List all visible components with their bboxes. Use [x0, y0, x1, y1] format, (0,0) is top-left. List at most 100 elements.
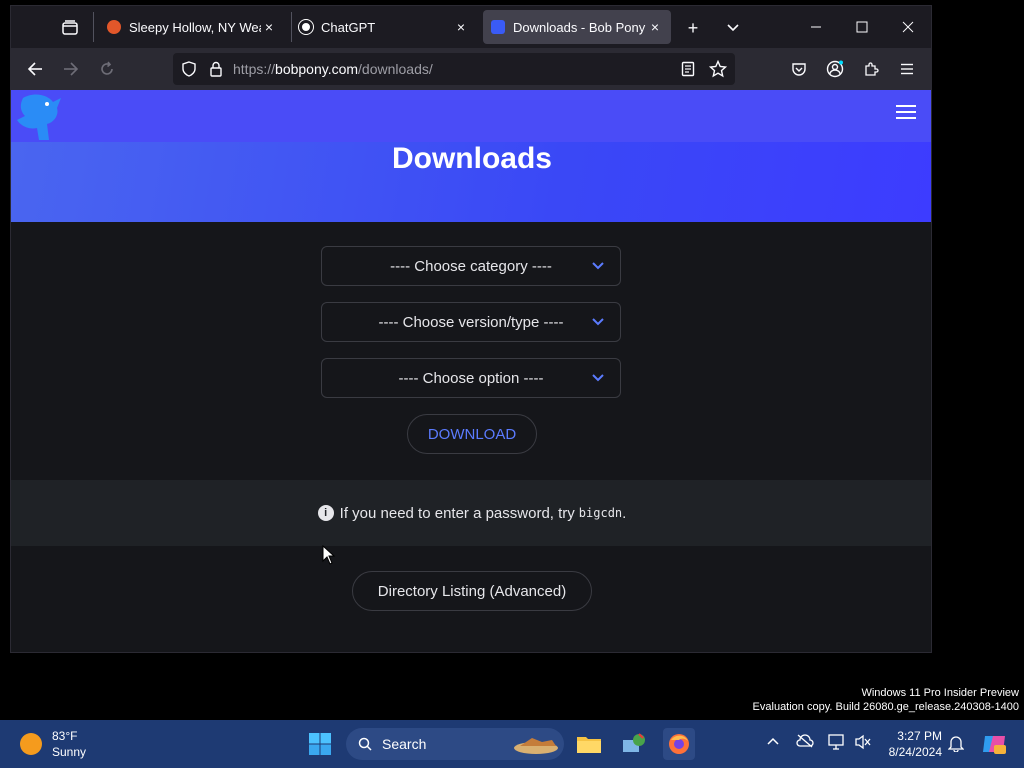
search-label: Search: [382, 736, 427, 752]
firefox-view-icon: [62, 20, 78, 35]
version-type-select-value: ---- Choose version/type ----: [378, 313, 564, 331]
pocket-icon: [792, 63, 806, 76]
url-path: /downloads/: [358, 61, 433, 77]
site-navbar: [11, 90, 931, 142]
pocket-button[interactable]: [785, 55, 813, 83]
tab-weather[interactable]: Sleepy Hollow, NY Weath ×: [99, 10, 285, 44]
chatgpt-favicon-icon: [298, 19, 314, 35]
reload-button[interactable]: [93, 55, 121, 83]
list-all-tabs-button[interactable]: [719, 15, 747, 41]
close-tab-icon[interactable]: ×: [453, 19, 469, 35]
url-text[interactable]: https://bobpony.com/downloads/: [233, 61, 433, 77]
extensions-button[interactable]: [857, 55, 885, 83]
search-icon: [358, 737, 372, 751]
notice-text: If you need to enter a password, try: [339, 504, 575, 522]
start-button[interactable]: [306, 730, 334, 758]
category-select[interactable]: ---- Choose category ----: [321, 246, 621, 286]
weather-favicon-icon: [107, 20, 121, 34]
back-button[interactable]: [21, 55, 49, 83]
sunny-weather-icon: [20, 733, 42, 755]
minimize-button[interactable]: [793, 6, 839, 48]
maximize-icon: [856, 21, 868, 33]
tab-title: Downloads - Bob Pony: [513, 19, 646, 35]
chevron-down-icon: [592, 318, 604, 326]
tab-downloads-active[interactable]: Downloads - Bob Pony ×: [483, 10, 671, 44]
app-menu-button[interactable]: [893, 55, 921, 83]
option-select-value: ---- Choose option ----: [398, 369, 544, 387]
account-button[interactable]: [821, 55, 849, 83]
new-tab-button[interactable]: +: [679, 15, 707, 41]
tab-separator: [93, 12, 94, 42]
directory-listing-button[interactable]: Directory Listing (Advanced): [352, 571, 592, 611]
firefox-view-button[interactable]: [55, 15, 85, 41]
show-hidden-icons-button[interactable]: [766, 734, 780, 749]
taskbar-clock[interactable]: 3:27 PM 8/24/2024: [876, 728, 942, 760]
url-host: bobpony.com: [275, 61, 359, 77]
onedrive-tray-button[interactable]: [796, 734, 814, 751]
url-bar[interactable]: https://bobpony.com/downloads/: [173, 53, 735, 85]
file-explorer-button[interactable]: [575, 730, 603, 758]
chevron-down-icon: [592, 262, 604, 270]
arrow-left-icon: [27, 62, 42, 76]
close-tab-icon[interactable]: ×: [647, 19, 663, 35]
weather-widget[interactable]: 83°F Sunny: [20, 728, 86, 760]
firefox-icon: [669, 734, 689, 754]
sound-tray-button[interactable]: [854, 734, 872, 753]
tab-title[interactable]: ChatGPT: [321, 20, 453, 35]
bell-icon: [947, 736, 965, 753]
cloud-off-icon: [796, 734, 814, 748]
lock-icon[interactable]: [209, 61, 223, 77]
password-notice: i If you need to enter a password, try b…: [11, 480, 931, 546]
password-code: bigcdn: [578, 506, 623, 520]
chevron-down-icon: [592, 374, 604, 382]
notice-end: .: [622, 504, 627, 522]
account-icon: [826, 60, 844, 78]
display-icon: [828, 734, 844, 750]
windows-watermark: Windows 11 Pro Insider Preview Evaluatio…: [753, 686, 1019, 714]
display-tray-button[interactable]: [828, 734, 846, 753]
shield-icon[interactable]: [181, 61, 197, 77]
version-type-select[interactable]: ---- Choose version/type ----: [321, 302, 621, 342]
tab-chatgpt[interactable]: ChatGPT ×: [291, 10, 477, 44]
app-icon: [623, 733, 645, 752]
firefox-taskbar-button[interactable]: [663, 728, 695, 760]
navigation-toolbar: https://bobpony.com/downloads/: [11, 48, 931, 90]
option-select[interactable]: ---- Choose option ----: [321, 358, 621, 398]
forward-button[interactable]: [57, 55, 85, 83]
chevron-up-icon: [767, 737, 779, 745]
reader-view-icon[interactable]: [681, 61, 695, 77]
page-title: Downloads: [391, 142, 552, 175]
close-window-button[interactable]: [885, 6, 931, 48]
copilot-button[interactable]: [980, 730, 1008, 758]
maximize-button[interactable]: [839, 6, 885, 48]
bobpony-logo-icon[interactable]: [13, 92, 63, 142]
taskbar-search[interactable]: Search: [346, 728, 564, 760]
watermark-line1: Windows 11 Pro Insider Preview: [861, 687, 1019, 699]
weather-temp: 83°F: [52, 729, 78, 743]
firefox-window: Sleepy Hollow, NY Weath × ChatGPT × Down…: [10, 5, 932, 653]
reload-icon: [101, 61, 113, 75]
download-button[interactable]: DOWNLOAD: [407, 414, 537, 454]
close-icon: [902, 21, 914, 33]
tab-title: Sleepy Hollow, NY Weath: [129, 19, 261, 35]
menu-icon: [901, 63, 913, 75]
windows-logo-icon: [309, 733, 331, 755]
weather-condition: Sunny: [52, 745, 87, 759]
arrow-right-icon: [64, 62, 79, 76]
taskbar: 83°F Sunny Search 3:27 PM 8/24/2024: [0, 720, 1024, 768]
tab-strip: Sleepy Hollow, NY Weath × ChatGPT × Down…: [11, 6, 931, 48]
notifications-button[interactable]: [947, 734, 965, 755]
copilot-icon: [983, 736, 1006, 754]
category-select-value: ---- Choose category ----: [390, 257, 552, 275]
clock-time: 3:27 PM: [897, 729, 942, 743]
watermark-line2: Evaluation copy. Build 26080.ge_release.…: [752, 701, 1019, 713]
page-header: Downloads: [11, 90, 931, 222]
site-menu-button[interactable]: [896, 105, 916, 119]
page-content: Downloads ---- Choose category ---- ----…: [11, 90, 931, 652]
close-tab-icon[interactable]: ×: [261, 19, 277, 35]
bobpony-favicon-icon: [491, 20, 505, 34]
app-taskbar-button[interactable]: [620, 730, 648, 758]
bookmark-star-icon[interactable]: [709, 60, 727, 78]
chevron-down-icon: [727, 24, 739, 32]
puzzle-piece-icon: [865, 62, 879, 76]
